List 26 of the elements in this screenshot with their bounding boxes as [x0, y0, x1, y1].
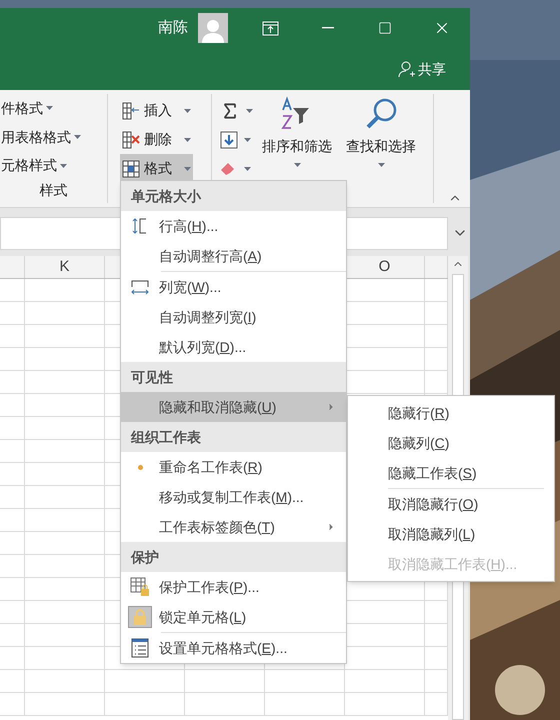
menu-item-label: 取消隐藏列(L) [388, 524, 476, 544]
menu-section-header: 保护 [121, 542, 346, 572]
menu-item-label: 默认列宽(D)... [159, 338, 246, 357]
menu-item-label: 自动调整行高(A) [159, 246, 262, 266]
menu-section-header: 组织工作表 [121, 422, 346, 452]
menu-item-label: 设置单元格格式(E)... [159, 638, 288, 658]
button-label: 查找和选择 [346, 137, 416, 156]
menu-item-label: 工作表标签颜色(T) [159, 518, 275, 537]
menu-section-header: 可见性 [121, 362, 346, 392]
menu-item-label: 重命名工作表(R) [159, 458, 262, 477]
menu-item-label: 锁定单元格(L) [159, 608, 246, 627]
menu-item-label: 保护工作表(P)... [159, 578, 260, 597]
menu-item-label: 隐藏行(R) [388, 404, 450, 423]
menu-item-label: 自动调整列宽(I) [159, 308, 256, 327]
menu-item-label: 列宽(W)... [159, 278, 222, 297]
menu-item-label: 取消隐藏工作表(H)... [388, 554, 518, 574]
menu-item-label: 隐藏工作表(S) [388, 464, 477, 483]
group-label: 样式 [38, 181, 68, 200]
menu-item-label: 隐藏列(C) [388, 434, 450, 453]
user-name: 南陈 [158, 18, 188, 38]
menu-item-label: 隐藏和取消隐藏(U) [159, 398, 276, 417]
button-label: 排序和筛选 [262, 137, 332, 156]
menu-section-header: 单元格大小 [121, 181, 346, 211]
menu-item-label: 移动或复制工作表(M)... [159, 488, 304, 507]
menu-item-label: 取消隐藏行(O) [388, 494, 478, 514]
menu-item-label: 行高(H)... [159, 216, 218, 236]
